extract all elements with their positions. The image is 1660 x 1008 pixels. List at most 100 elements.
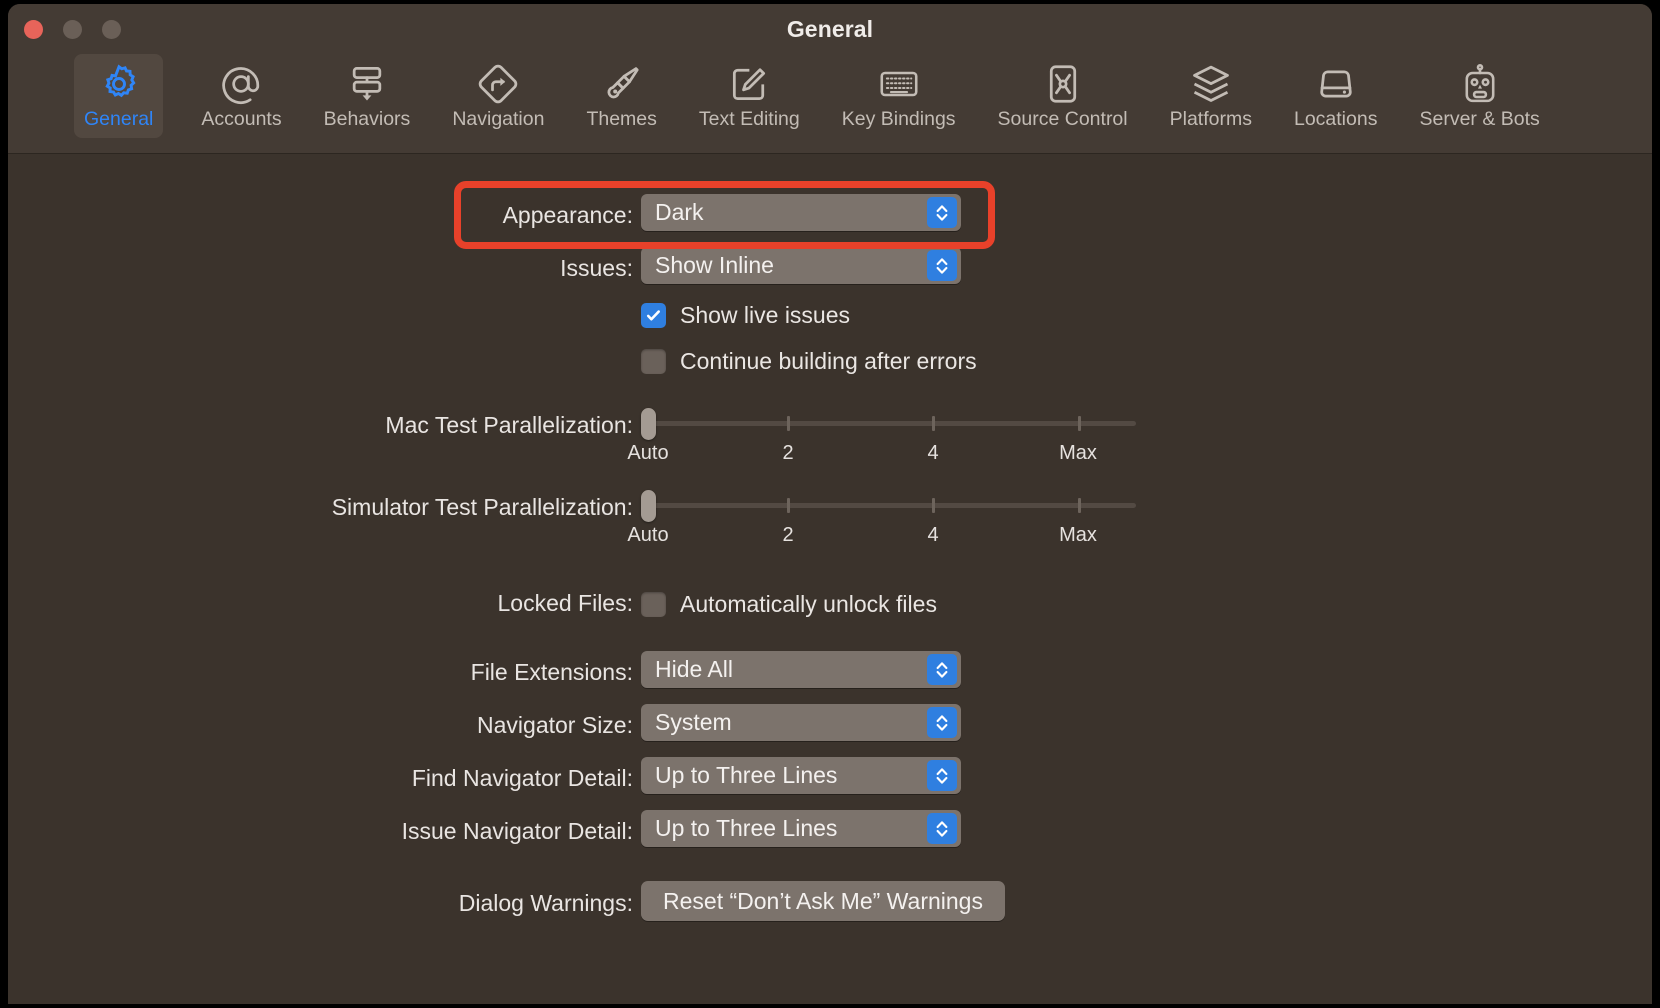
general-preferences-pane: Appearance: Dark Issues: Show Inline (8, 154, 1652, 1003)
tick-label-4: 4 (927, 524, 938, 547)
toolbar-item-key-bindings[interactable]: Key Bindings (832, 54, 966, 138)
toolbar-label-general: General (84, 108, 153, 130)
show-live-issues-label: Show live issues (680, 302, 850, 329)
slider-tick-max (1078, 498, 1081, 513)
slider-track (641, 503, 1136, 508)
navigation-sign-icon (476, 60, 520, 108)
toolbar-label-key-bindings: Key Bindings (842, 108, 956, 130)
issues-value: Show Inline (641, 252, 774, 279)
chevron-updown-icon (927, 707, 957, 738)
title-bar: General (8, 4, 1652, 54)
toolbar-item-locations[interactable]: Locations (1284, 54, 1387, 138)
sim-parallelization-label-wrap: Simulator Test Parallelization: (8, 494, 633, 521)
preferences-window: General General Accounts (8, 4, 1652, 1004)
slider-tick-max (1078, 416, 1081, 431)
toolbar-label-behaviors: Behaviors (324, 108, 411, 130)
toolbar-label-platforms: Platforms (1170, 108, 1252, 130)
tick-label-auto: Auto (627, 442, 668, 465)
toolbar-item-themes[interactable]: Themes (576, 54, 666, 138)
toolbar-label-accounts: Accounts (201, 108, 281, 130)
toolbar-label-locations: Locations (1294, 108, 1377, 130)
file-extensions-label-wrap: File Extensions: (8, 659, 633, 686)
issues-popup-button[interactable]: Show Inline (641, 247, 961, 284)
find-navigator-detail-label: Find Navigator Detail: (412, 765, 633, 792)
slider-tick-2 (787, 498, 790, 513)
mac-parallelization-tick-labels: Auto 2 4 Max (641, 442, 1136, 468)
sim-parallelization-slider[interactable]: Auto 2 4 Max (641, 488, 1136, 522)
toolbar-item-source-control[interactable]: Source Control (988, 54, 1138, 138)
hard-drive-icon (1314, 60, 1358, 108)
appearance-label-wrap: Appearance: (8, 202, 633, 229)
slider-tick-4 (932, 498, 935, 513)
tick-label-4: 4 (927, 442, 938, 465)
issues-label-wrap: Issues: (8, 255, 633, 282)
show-live-issues-row[interactable]: Show live issues (641, 302, 850, 329)
toolbar-label-themes: Themes (586, 108, 656, 130)
find-navigator-detail-label-wrap: Find Navigator Detail: (8, 765, 633, 792)
locked-files-label-wrap: Locked Files: (8, 590, 633, 617)
navigator-size-label: Navigator Size: (477, 712, 633, 739)
dialog-warnings-label-wrap: Dialog Warnings: (8, 890, 633, 917)
continue-building-label: Continue building after errors (680, 348, 977, 375)
reset-dont-ask-me-warnings-button[interactable]: Reset “Don’t Ask Me” Warnings (641, 881, 1005, 921)
navigator-size-popup-button[interactable]: System (641, 704, 961, 741)
layers-icon (1189, 60, 1233, 108)
gear-icon (97, 60, 141, 108)
continue-building-row[interactable]: Continue building after errors (641, 348, 977, 375)
robot-icon (1458, 60, 1502, 108)
find-navigator-detail-popup-button[interactable]: Up to Three Lines (641, 757, 961, 794)
toolbar-item-general[interactable]: General (74, 54, 163, 138)
tick-label-2: 2 (782, 524, 793, 547)
file-extensions-popup-button[interactable]: Hide All (641, 651, 961, 688)
slider-track (641, 421, 1136, 426)
preferences-toolbar: General Accounts Behaviors (8, 54, 1652, 154)
slider-knob[interactable] (641, 490, 656, 522)
issue-navigator-detail-popup-button[interactable]: Up to Three Lines (641, 810, 961, 847)
dialog-warnings-label: Dialog Warnings: (459, 890, 633, 917)
toolbar-item-server-and-bots[interactable]: Server & Bots (1409, 54, 1549, 138)
locked-files-row[interactable]: Automatically unlock files (641, 591, 937, 618)
toolbar-label-source-control: Source Control (998, 108, 1128, 130)
toolbar-item-accounts[interactable]: Accounts (191, 54, 291, 138)
toolbar-item-navigation[interactable]: Navigation (442, 54, 554, 138)
appearance-value: Dark (641, 199, 704, 226)
chevron-updown-icon (927, 654, 957, 685)
automatically-unlock-files-label: Automatically unlock files (680, 591, 937, 618)
automatically-unlock-files-checkbox[interactable] (641, 592, 666, 617)
behaviors-icon (345, 60, 389, 108)
navigator-size-label-wrap: Navigator Size: (8, 712, 633, 739)
window-title: General (8, 16, 1652, 43)
continue-building-checkbox[interactable] (641, 349, 666, 374)
paintbrush-icon (600, 60, 644, 108)
appearance-popup-button[interactable]: Dark (641, 194, 961, 231)
sim-parallelization-tick-labels: Auto 2 4 Max (641, 524, 1136, 550)
issue-navigator-detail-label: Issue Navigator Detail: (402, 818, 633, 845)
toolbar-label-server-and-bots: Server & Bots (1419, 108, 1539, 130)
show-live-issues-checkbox[interactable] (641, 303, 666, 328)
slider-tick-2 (787, 416, 790, 431)
slider-knob[interactable] (641, 408, 656, 440)
chevron-updown-icon (927, 250, 957, 281)
appearance-label: Appearance: (503, 202, 633, 229)
toolbar-item-platforms[interactable]: Platforms (1160, 54, 1262, 138)
at-sign-icon (219, 60, 263, 108)
mac-parallelization-label-wrap: Mac Test Parallelization: (8, 412, 633, 439)
issue-navigator-detail-label-wrap: Issue Navigator Detail: (8, 818, 633, 845)
locked-files-label: Locked Files: (497, 590, 633, 617)
mac-parallelization-slider[interactable]: Auto 2 4 Max (641, 406, 1136, 440)
chevron-updown-icon (927, 813, 957, 844)
issues-label: Issues: (560, 255, 633, 282)
chevron-updown-icon (927, 197, 957, 228)
source-control-icon (1041, 60, 1085, 108)
slider-tick-4 (932, 416, 935, 431)
find-navigator-detail-value: Up to Three Lines (641, 762, 837, 789)
toolbar-item-behaviors[interactable]: Behaviors (314, 54, 421, 138)
tick-label-2: 2 (782, 442, 793, 465)
pencil-square-icon (727, 60, 771, 108)
file-extensions-label: File Extensions: (471, 659, 633, 686)
chevron-updown-icon (927, 760, 957, 791)
reset-warnings-button-label: Reset “Don’t Ask Me” Warnings (663, 888, 983, 915)
toolbar-item-text-editing[interactable]: Text Editing (689, 54, 810, 138)
issue-navigator-detail-value: Up to Three Lines (641, 815, 837, 842)
file-extensions-value: Hide All (641, 656, 733, 683)
